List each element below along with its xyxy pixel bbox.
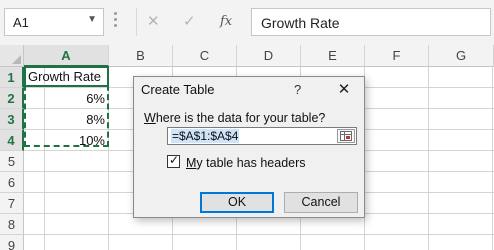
formula-value: Growth Rate (261, 15, 340, 31)
row-header-9[interactable]: 9 (0, 235, 24, 250)
column-header-a[interactable]: A (24, 45, 109, 67)
checkmark-icon: ✓ (169, 153, 180, 167)
ok-button[interactable]: OK (200, 192, 274, 213)
row-header-2[interactable]: 2 (0, 88, 24, 109)
name-box-value: A1 (13, 15, 29, 30)
divider (136, 8, 137, 36)
column-header-g[interactable]: G (429, 45, 494, 67)
row-header-6[interactable]: 6 (0, 172, 24, 193)
headers-checkbox-label[interactable]: My table has headers (186, 156, 306, 170)
formula-input[interactable]: Growth Rate (251, 8, 491, 36)
collapse-dialog-button[interactable] (337, 129, 355, 143)
drag-handle-icon[interactable] (114, 12, 118, 32)
range-input[interactable]: =$A$1:$A$4 (167, 127, 357, 145)
column-header-b[interactable]: B (109, 45, 173, 67)
close-icon[interactable]: ✕ (332, 79, 356, 101)
cancel-button[interactable]: Cancel (284, 192, 358, 213)
prompt-text: here is the data for your table? (155, 111, 326, 125)
enter-icon[interactable]: ✓ (183, 12, 196, 30)
insert-function-icon[interactable]: fx (220, 14, 232, 29)
range-prompt: Where is the data for your table? (144, 111, 325, 125)
name-box[interactable]: A1 ▼ (4, 8, 104, 36)
cell-a1: Growth Rate (28, 69, 101, 84)
column-header-c[interactable]: C (173, 45, 237, 67)
column-header-f[interactable]: F (365, 45, 429, 67)
row-header-5[interactable]: 5 (0, 151, 24, 172)
range-select-icon (340, 131, 352, 141)
cancel-icon[interactable]: ✕ (147, 12, 160, 30)
row-header-7[interactable]: 7 (0, 193, 24, 214)
row-header-8[interactable]: 8 (0, 214, 24, 235)
range-value: =$A$1:$A$4 (171, 129, 240, 143)
select-all-button[interactable] (0, 45, 24, 67)
prompt-accelerator: W (144, 111, 156, 125)
row-header-3[interactable]: 3 (0, 109, 24, 130)
help-icon[interactable]: ? (294, 82, 301, 97)
column-header-e[interactable]: E (301, 45, 365, 67)
checkbox-accelerator: M (186, 156, 197, 170)
dialog-title: Create Table (141, 82, 215, 97)
formula-bar: A1 ▼ ✕ ✓ fx Growth Rate (0, 0, 494, 45)
chevron-down-icon[interactable]: ▼ (87, 14, 97, 25)
row-header-1[interactable]: 1 (0, 67, 24, 88)
create-table-dialog: Create Table ? ✕ Where is the data for y… (133, 76, 365, 218)
headers-checkbox[interactable]: ✓ (167, 153, 180, 168)
checkbox-text: y table has headers (196, 156, 306, 170)
column-header-d[interactable]: D (237, 45, 301, 67)
row-header-4[interactable]: 4 (0, 130, 24, 151)
